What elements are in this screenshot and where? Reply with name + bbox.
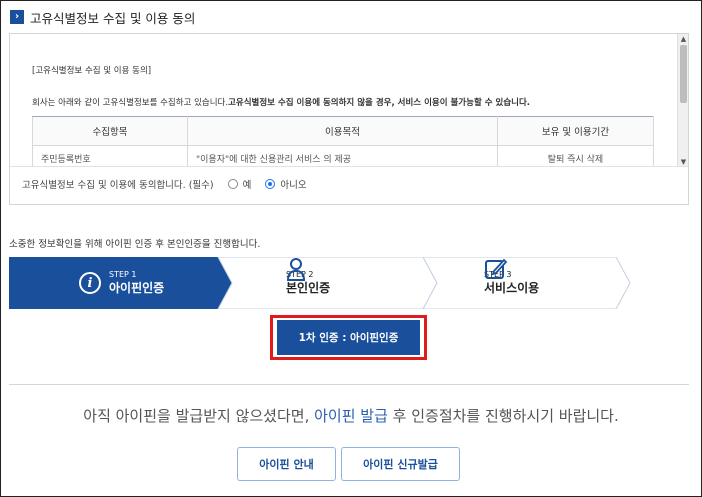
section-header: › 고유식별정보 수집 및 이용 동의 xyxy=(10,9,196,26)
step-3-name: 서비스이용 xyxy=(484,281,540,295)
info-circle-icon: i xyxy=(79,272,101,294)
step-3: STEP 3 서비스이용 xyxy=(484,257,539,309)
ipin-new-issue-button[interactable]: 아이핀 신규발급 xyxy=(341,447,460,481)
agree-no-option[interactable]: 아니오 xyxy=(265,177,307,191)
agree-no-label: 아니오 xyxy=(280,180,307,191)
ipin-issue-link[interactable]: 아이핀 발급 xyxy=(314,407,388,425)
terms-table: 수집항목 이용목적 보유 및 이용기간 주민등록번호 "이용자"에 대한 신용관… xyxy=(32,116,654,166)
step-2-name: 본인인증 xyxy=(286,281,331,295)
step-1: i STEP 1 아이핀인증 xyxy=(79,257,164,309)
agree-no-radio[interactable] xyxy=(265,179,276,189)
info-text: 소중한 정보확인을 위해 아이핀 인증 후 본인인증을 진행합니다. xyxy=(9,239,261,250)
agree-yes-radio[interactable] xyxy=(227,179,238,189)
scrollbar-thumb[interactable] xyxy=(680,45,687,103)
scroll-down-arrow-icon[interactable]: ▼ xyxy=(678,157,688,166)
agree-yes-option[interactable]: 예 xyxy=(227,177,252,191)
agree-yes-label: 예 xyxy=(242,180,252,191)
terms-title: [고유식별정보 수집 및 이용 동의] xyxy=(32,66,152,76)
guide-text: 아직 아이핀을 발급받지 않으셨다면, 아이핀 발급 후 인증절차를 진행하시기… xyxy=(83,407,619,425)
chevron-right-icon: › xyxy=(10,10,24,24)
terms-scrollbar[interactable]: ▲ ▼ xyxy=(677,34,688,166)
ipin-auth-button[interactable]: 1차 인증 : 아이핀인증 xyxy=(277,320,420,355)
edit-icon xyxy=(485,258,508,279)
table-header: 보유 및 이용기간 xyxy=(497,116,654,146)
step-2: STEP 2 본인인증 xyxy=(286,257,330,309)
table-cell: 탈퇴 즉시 삭제 xyxy=(497,145,654,166)
table-row: 주민등록번호 "이용자"에 대한 신용관리 서비스 의 제공 탈퇴 즉시 삭제 xyxy=(32,145,654,166)
ipin-guide-button[interactable]: 아이핀 안내 xyxy=(237,447,336,481)
table-header: 수집항목 xyxy=(32,116,188,146)
step-progress: i STEP 1 아이핀인증 STEP 2 본인인증 STEP 3 서비스이용 xyxy=(9,257,631,309)
person-icon xyxy=(286,258,306,281)
table-cell: "이용자"에 대한 신용관리 서비스 의 제공 xyxy=(187,145,498,166)
terms-scroll-area[interactable]: [고유식별정보 수집 및 이용 동의] 회사는 아래와 같이 고유식별정보를 수… xyxy=(10,34,688,167)
table-cell: 주민등록번호 xyxy=(32,145,188,166)
section-title: 고유식별정보 수집 및 이용 동의 xyxy=(30,10,196,26)
agreement-question: 고유식별정보 수집 및 이용에 동의합니다. (필수) xyxy=(22,180,214,191)
step-1-name: 아이핀인증 xyxy=(109,281,165,295)
scroll-up-arrow-icon[interactable]: ▲ xyxy=(678,34,688,44)
terms-description: 회사는 아래와 같이 고유식별정보를 수집하고 있습니다.고유식별정보 수집 이… xyxy=(32,98,531,108)
table-header: 이용목적 xyxy=(187,116,498,146)
step-1-number: STEP 1 xyxy=(109,270,137,279)
consent-box: [고유식별정보 수집 및 이용 동의] 회사는 아래와 같이 고유식별정보를 수… xyxy=(9,33,689,205)
agreement-row: 고유식별정보 수집 및 이용에 동의합니다. (필수) 예 아니오 xyxy=(22,177,307,191)
divider xyxy=(9,384,689,385)
